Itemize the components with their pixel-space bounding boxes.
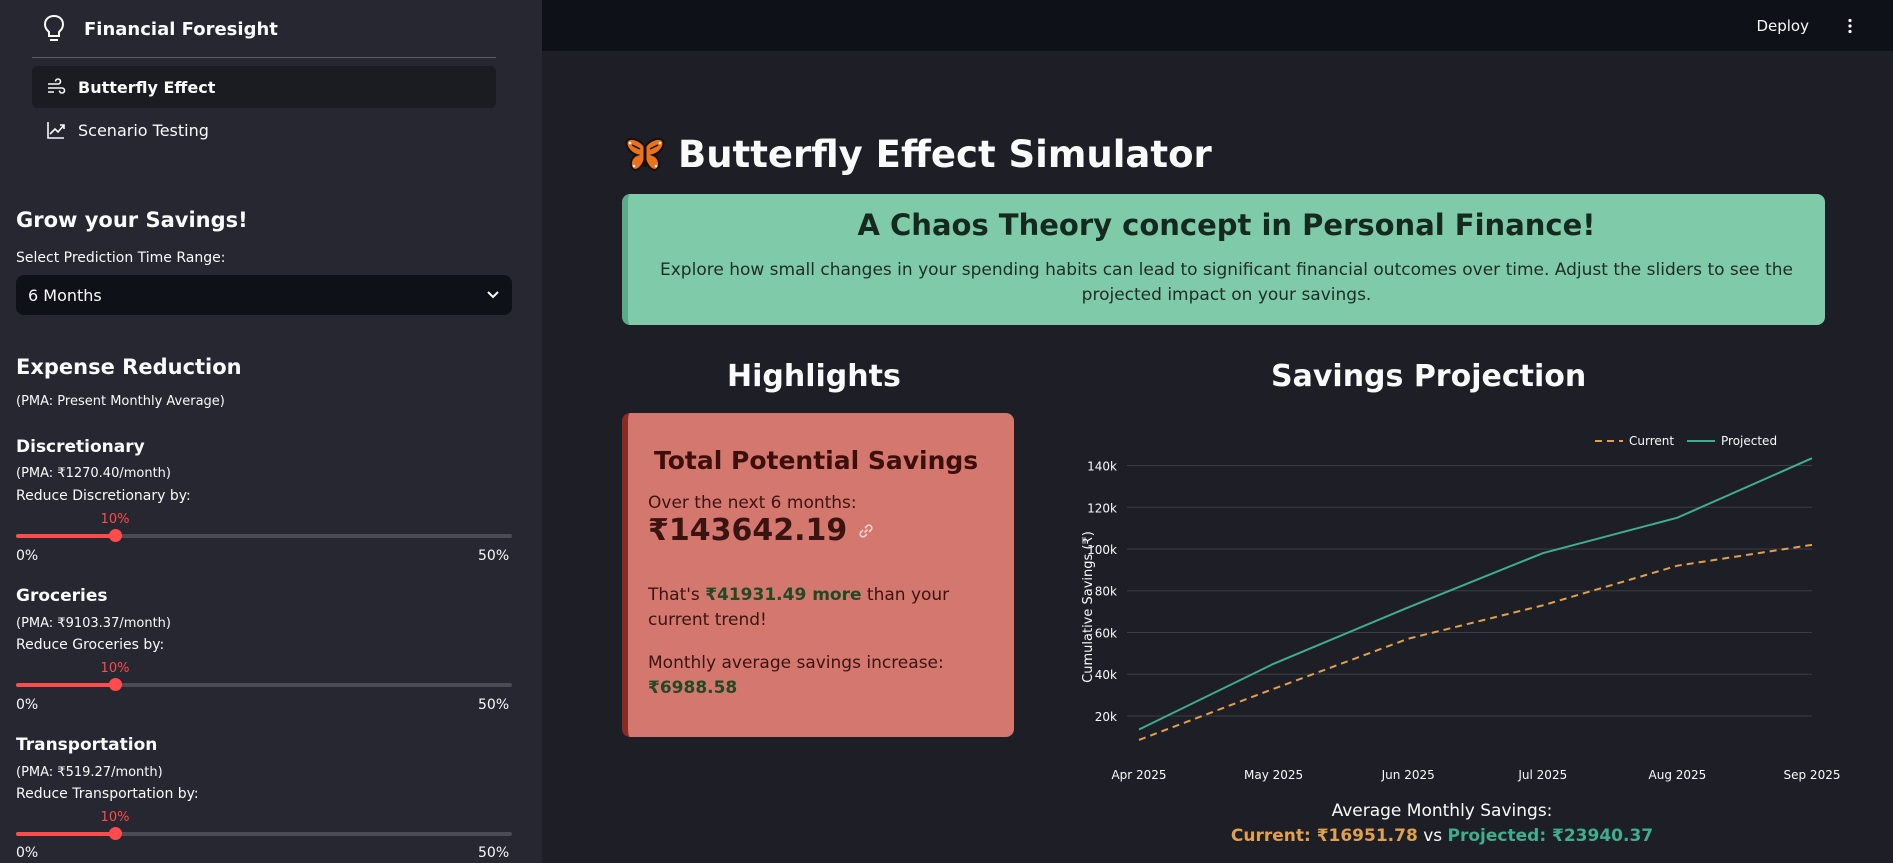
slider-thumb[interactable] (109, 529, 122, 542)
grow-heading: Grow your Savings! (16, 208, 248, 232)
category-pma: (PMA: ₹1270.40/month) (16, 466, 171, 481)
pma-note: (PMA: Present Monthly Average) (16, 394, 225, 409)
category-pma: (PMA: ₹9103.37/month) (16, 616, 171, 631)
avg-increase-label: Monthly average savings increase: (648, 653, 944, 673)
category-reduce-label: Reduce Transportation by: (16, 786, 199, 802)
category-title: Groceries (16, 586, 108, 606)
chevron-down-icon (487, 291, 499, 299)
slider-max: 50% (478, 845, 510, 861)
banner-text: Explore how small changes in your spendi… (660, 260, 1793, 305)
nav-item-scenario-testing[interactable]: Scenario Testing (32, 109, 496, 151)
expense-heading: Expense Reduction (16, 355, 242, 379)
app-title-text: Financial Foresight (84, 18, 278, 40)
nav-divider (32, 57, 496, 58)
groceries-slider[interactable]: 10% (16, 661, 512, 697)
slider-max: 50% (478, 548, 510, 564)
card-period: Over the next 6 months: (648, 493, 857, 513)
slider-value: 10% (100, 810, 130, 825)
x-tick-label: Sep 2025 (1784, 768, 1841, 782)
nav-item-butterfly-effect[interactable]: Butterfly Effect (32, 66, 496, 108)
slider-fill (16, 832, 115, 836)
slider-min: 0% (16, 548, 39, 564)
series-line-current (1138, 543, 1813, 741)
nav-item-label: Scenario Testing (78, 120, 209, 140)
x-tick-label: Aug 2025 (1649, 768, 1707, 782)
x-tick-label: May 2025 (1244, 768, 1303, 782)
x-tick-label: Jun 2025 (1381, 768, 1435, 782)
info-banner: A Chaos Theory concept in Personal Finan… (622, 194, 1825, 325)
slider-thumb[interactable] (109, 678, 122, 691)
lightbulb-icon (43, 14, 65, 41)
butterfly-icon (625, 137, 665, 171)
category-pma: (PMA: ₹519.27/month) (16, 765, 163, 780)
y-tick-label: 60k (1095, 626, 1117, 640)
slider-min: 0% (16, 697, 39, 713)
x-tick-label: Apr 2025 (1111, 768, 1166, 782)
slider-value: 10% (100, 512, 130, 527)
link-icon[interactable] (857, 522, 875, 540)
card-title: Total Potential Savings (654, 446, 979, 475)
legend-label: Projected (1721, 434, 1777, 448)
comparison-prefix: That's (648, 585, 706, 605)
savings-chart-svg: 20k40k60k80k100k120k140kApr 2025 May 2025… (1081, 434, 1841, 809)
avg-vs: vs (1417, 826, 1448, 846)
more-menu-icon[interactable] (1847, 18, 1853, 34)
range-label: Select Prediction Time Range: (16, 250, 226, 266)
y-tick-label: 20k (1095, 710, 1117, 724)
y-tick-label: 140k (1087, 460, 1117, 474)
avg-monthly-title: Average Monthly Savings: (1331, 801, 1553, 821)
banner-title: A Chaos Theory concept in Personal Finan… (857, 208, 1596, 242)
app-title: Financial Foresight (42, 14, 278, 44)
y-tick-label: 120k (1087, 501, 1117, 515)
y-tick-label: 40k (1095, 668, 1117, 682)
card-total: ₹143642.19 (648, 513, 875, 548)
top-bar: Deploy (542, 0, 1893, 51)
slider-max: 50% (478, 697, 510, 713)
x-tick-label: Jul 2025 (1517, 768, 1567, 782)
page-title: Butterfly Effect Simulator (624, 133, 1212, 176)
category-title: Transportation (16, 735, 158, 755)
discretionary-slider[interactable]: 10% (16, 512, 512, 548)
highlights-title: Highlights (727, 359, 901, 394)
category-title: Discretionary (16, 437, 145, 457)
category-reduce-label: Reduce Discretionary by: (16, 488, 191, 504)
transportation-slider[interactable]: 10% (16, 810, 512, 846)
avg-current: Current: ₹16951.78 (1230, 826, 1418, 846)
avg-monthly-values: Current: ₹16951.78 vs Projected: ₹23940.… (1042, 826, 1842, 846)
main-content: Butterfly Effect Simulator A Chaos Theor… (542, 51, 1893, 863)
slider-min: 0% (16, 845, 39, 861)
slider-thumb[interactable] (109, 827, 122, 840)
savings-card: Total Potential Savings Over the next 6 … (622, 413, 1014, 737)
page-title-text: Butterfly Effect Simulator (678, 133, 1212, 176)
chart-line-icon (47, 122, 65, 139)
savings-chart: 20k 40k 60k 80k 100k 120k 140k Apr 2025 May 2025… (1042, 413, 1842, 809)
category-reduce-label: Reduce Groceries by: (16, 637, 165, 653)
series-line-projected (1138, 457, 1813, 731)
deploy-button[interactable]: Deploy (1756, 17, 1809, 35)
slider-fill (16, 683, 115, 687)
card-comparison: That's ₹41931.49 more than your current … (648, 583, 978, 633)
sidebar: Financial Foresight Butterfly Effect Sce… (0, 0, 542, 863)
y-axis-label: Cumulative Savings (₹) (1081, 531, 1096, 683)
total-savings-value: ₹143642.19 (648, 513, 848, 548)
wind-icon (48, 78, 66, 94)
comparison-amount: ₹41931.49 more (705, 585, 862, 605)
range-select[interactable]: 6 Months (16, 275, 512, 315)
slider-fill (16, 534, 115, 538)
range-select-value: 6 Months (28, 285, 102, 305)
avg-increase-value: ₹6988.58 (648, 678, 738, 698)
nav-item-label: Butterfly Effect (78, 77, 216, 97)
avg-projected: Projected: ₹23940.37 (1447, 826, 1654, 846)
y-tick-label: 80k (1095, 585, 1117, 599)
projection-title: Savings Projection (1271, 359, 1587, 394)
slider-value: 10% (100, 661, 130, 676)
legend-label: Current (1629, 434, 1674, 448)
